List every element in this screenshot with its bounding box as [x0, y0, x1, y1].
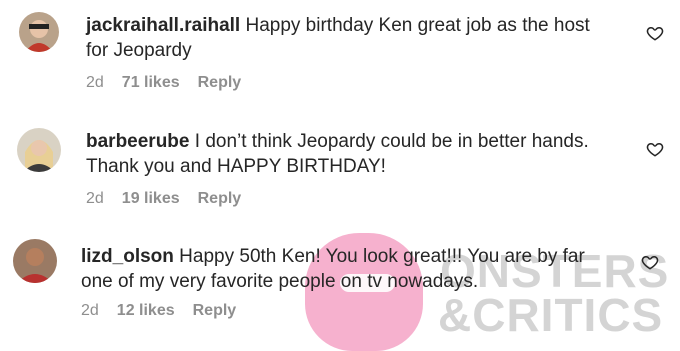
comment-text: barbeerube I don’t think Jeopardy could … [86, 129, 646, 179]
comment-meta: 2d 12 likes Reply [81, 302, 254, 320]
comment-body-line1: I don’t think Jeopardy could be in bette… [189, 131, 589, 152]
comment-body-line1: Happy 50th Ken! You look great!!! You ar… [173, 246, 585, 267]
comment-meta: 2d 19 likes Reply [86, 190, 259, 208]
watermark-text: &CRITICS [438, 289, 664, 341]
comment-item: lizd_olson Happy 50th Ken! You look grea… [0, 0, 680, 319]
comment-body-line2: one of my very favorite people on tv now… [81, 271, 479, 292]
reply-button[interactable]: Reply [198, 190, 242, 207]
heart-outline-icon[interactable] [641, 253, 659, 271]
comment-body-line2: Thank you and HAPPY BIRTHDAY! [86, 156, 386, 177]
comment-age: 2d [86, 190, 104, 207]
comment-text: lizd_olson Happy 50th Ken! You look grea… [81, 244, 641, 294]
reply-button[interactable]: Reply [193, 302, 237, 319]
heart-outline-icon[interactable] [646, 140, 664, 158]
avatar[interactable] [17, 128, 61, 172]
likes-count[interactable]: 19 likes [122, 190, 180, 207]
avatar[interactable] [13, 239, 57, 283]
likes-count[interactable]: 12 likes [117, 302, 175, 319]
comment-username[interactable]: barbeerube [86, 131, 189, 152]
comment-username[interactable]: lizd_olson [81, 246, 174, 267]
comment-age: 2d [81, 302, 99, 319]
